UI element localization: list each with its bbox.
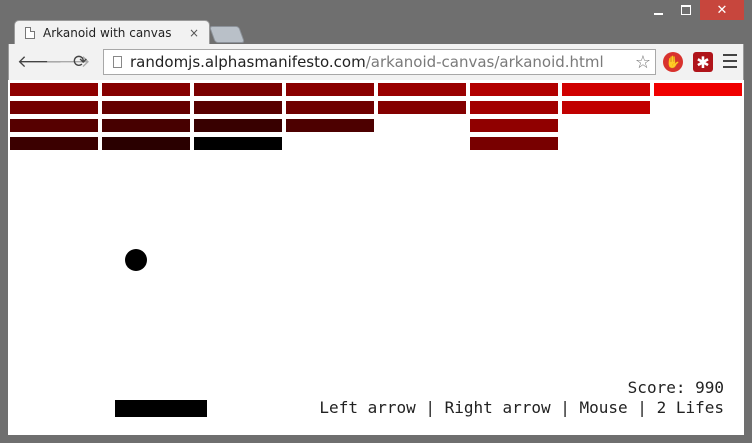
brick — [10, 119, 98, 132]
brick — [102, 119, 190, 132]
browser-window: ✕ Arkanoid with canvas × 🡐 🡒 ⟳ randomjs.… — [0, 0, 752, 443]
ball — [125, 249, 147, 271]
browser-toolbar: 🡐 🡒 ⟳ randomjs.alphasmanifesto.com/arkan… — [8, 44, 744, 80]
brick — [562, 101, 650, 114]
score-text: Score: 990 — [627, 378, 724, 397]
brick — [470, 119, 558, 132]
brick — [10, 101, 98, 114]
brick — [194, 83, 282, 96]
tab-close-button[interactable]: × — [189, 26, 199, 40]
close-window-button[interactable]: ✕ — [700, 0, 744, 20]
page-viewport: Score: 990 Left arrow | Right arrow | Mo… — [8, 80, 744, 435]
brick — [654, 83, 742, 96]
brick — [102, 83, 190, 96]
brick — [286, 83, 374, 96]
tab-title: Arkanoid with canvas — [43, 25, 172, 40]
maximize-icon — [681, 5, 691, 15]
lastpass-extension-icon[interactable]: ✱ — [693, 52, 713, 72]
minimize-icon — [653, 13, 663, 15]
url-path: /arkanoid-canvas/arkanoid.html — [365, 53, 604, 71]
brick — [470, 101, 558, 114]
reload-button[interactable]: ⟳ — [73, 52, 87, 72]
close-icon: ✕ — [716, 2, 728, 18]
brick — [378, 101, 466, 114]
brick — [194, 137, 282, 150]
brick — [102, 101, 190, 114]
new-tab-button[interactable] — [208, 26, 246, 43]
brick — [378, 83, 466, 96]
page-icon — [113, 56, 122, 68]
menu-icon[interactable] — [723, 54, 737, 72]
brick — [562, 83, 650, 96]
maximize-button[interactable] — [672, 0, 700, 20]
brick — [102, 137, 190, 150]
paddle[interactable] — [115, 400, 207, 417]
controls-hint: Left arrow | Right arrow | Mouse | 2 Lif… — [319, 398, 724, 417]
brick — [470, 83, 558, 96]
address-bar[interactable]: randomjs.alphasmanifesto.com/arkanoid-ca… — [103, 49, 656, 75]
brick — [286, 119, 374, 132]
star-icon[interactable]: ☆ — [635, 52, 651, 73]
brick — [470, 137, 558, 150]
url-host: randomjs.alphasmanifesto.com — [130, 53, 366, 71]
brick — [194, 101, 282, 114]
brick — [286, 101, 374, 114]
brick — [194, 119, 282, 132]
page-icon — [25, 26, 35, 39]
stop-extension-icon[interactable]: ✋ — [663, 52, 683, 72]
brick — [10, 83, 98, 96]
browser-tab[interactable]: Arkanoid with canvas × — [14, 20, 210, 44]
window-controls: ✕ — [644, 0, 744, 22]
title-bar: ✕ Arkanoid with canvas × — [0, 0, 752, 44]
brick — [10, 137, 98, 150]
minimize-button[interactable] — [644, 0, 672, 20]
